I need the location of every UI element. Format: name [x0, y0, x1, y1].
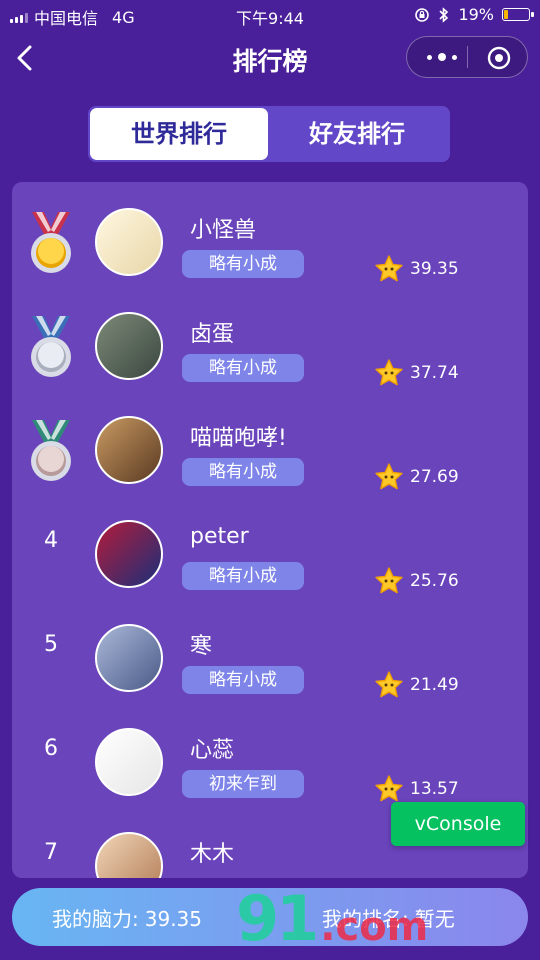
- miniprogram-capsule: [406, 36, 528, 78]
- rank-number: 7: [44, 840, 58, 865]
- leaderboard-row[interactable]: 喵喵咆哮! 略有小成 27.69: [12, 394, 528, 498]
- level-badge: 略有小成: [182, 666, 304, 694]
- leaderboard-row[interactable]: 4 peter 略有小成 25.76: [12, 498, 528, 602]
- score: 37.74: [374, 358, 459, 388]
- player-name: 木木: [190, 842, 235, 867]
- bronze-medal-icon: [31, 420, 71, 481]
- navigation-bar: 排行榜: [0, 30, 540, 86]
- player-name: 卤蛋: [190, 322, 235, 347]
- player-name: peter: [190, 524, 249, 549]
- leaderboard-row[interactable]: 卤蛋略有小成 37.74: [12, 290, 528, 394]
- score-value: 21.49: [410, 675, 459, 695]
- score-value: 27.69: [410, 467, 459, 487]
- ranking-tabs: 世界排行 好友排行: [88, 106, 450, 162]
- capsule-divider: [467, 46, 468, 68]
- score-value: 13.57: [410, 779, 459, 799]
- watermark-logo: 91 .com: [236, 882, 429, 955]
- leaderboard-row[interactable]: 6 心蕊初来乍到 13.57: [12, 706, 528, 810]
- avatar: [95, 208, 163, 276]
- score: 13.57: [374, 774, 459, 804]
- battery-icon: [502, 8, 534, 21]
- avatar: [95, 832, 163, 878]
- level-badge: 略有小成: [182, 458, 304, 486]
- score: 25.76: [374, 566, 459, 596]
- battery-percent: 19%: [458, 5, 494, 24]
- rank-number: 4: [44, 528, 58, 553]
- level-badge: 略有小成: [182, 354, 304, 382]
- level-badge: 略有小成: [182, 250, 304, 278]
- leaderboard-row[interactable]: 5 寒略有小成 21.49: [12, 602, 528, 706]
- my-brain-power-label: 我的脑力:: [52, 907, 139, 931]
- avatar: [95, 312, 163, 380]
- star-icon: [375, 359, 403, 386]
- score-value: 39.35: [410, 259, 459, 279]
- status-bar: 中国电信 4G 下午9:44 19%: [0, 0, 540, 30]
- my-brain-power: 我的脑力: 39.35: [52, 903, 202, 932]
- score: 21.49: [374, 670, 459, 700]
- level-badge: 略有小成: [182, 562, 304, 590]
- star-icon: [375, 463, 403, 490]
- star-icon: [375, 671, 403, 698]
- score: 39.35: [374, 254, 459, 284]
- orientation-lock-icon: [415, 7, 430, 22]
- level-badge: 初来乍到: [182, 770, 304, 798]
- tab-friends-ranking[interactable]: 好友排行: [268, 108, 446, 160]
- close-miniprogram-icon[interactable]: [487, 46, 511, 70]
- avatar: [95, 520, 163, 588]
- player-name: 小怪兽: [190, 218, 257, 243]
- more-options-icon[interactable]: [427, 51, 457, 63]
- avatar: [95, 416, 163, 484]
- player-name: 心蕊: [190, 738, 235, 763]
- star-icon: [375, 775, 403, 802]
- score-value: 25.76: [410, 571, 459, 591]
- score: 27.69: [374, 462, 459, 492]
- clock: 下午9:44: [236, 9, 304, 28]
- avatar: [95, 728, 163, 796]
- avatar: [95, 624, 163, 692]
- vconsole-button[interactable]: vConsole: [391, 802, 525, 846]
- star-icon: [375, 567, 403, 594]
- star-icon: [375, 255, 403, 282]
- tab-world-ranking[interactable]: 世界排行: [90, 108, 268, 160]
- player-name: 喵喵咆哮!: [190, 426, 287, 451]
- rank-number: 6: [44, 736, 58, 761]
- bluetooth-icon: [439, 6, 449, 23]
- score-value: 37.74: [410, 363, 459, 383]
- my-brain-power-value: 39.35: [144, 907, 203, 931]
- leaderboard-list[interactable]: 小怪兽 略有小成 39.35 卤蛋 略有小成 37.74 喵喵咆哮! 略有小成 27.69 4 pe…: [12, 182, 528, 878]
- gold-medal-icon: [31, 212, 71, 273]
- leaderboard-row[interactable]: 小怪兽略有小成 39.35: [12, 186, 528, 290]
- player-name: 寒: [190, 634, 213, 659]
- rank-number: 5: [44, 632, 58, 657]
- silver-medal-icon: [31, 316, 71, 377]
